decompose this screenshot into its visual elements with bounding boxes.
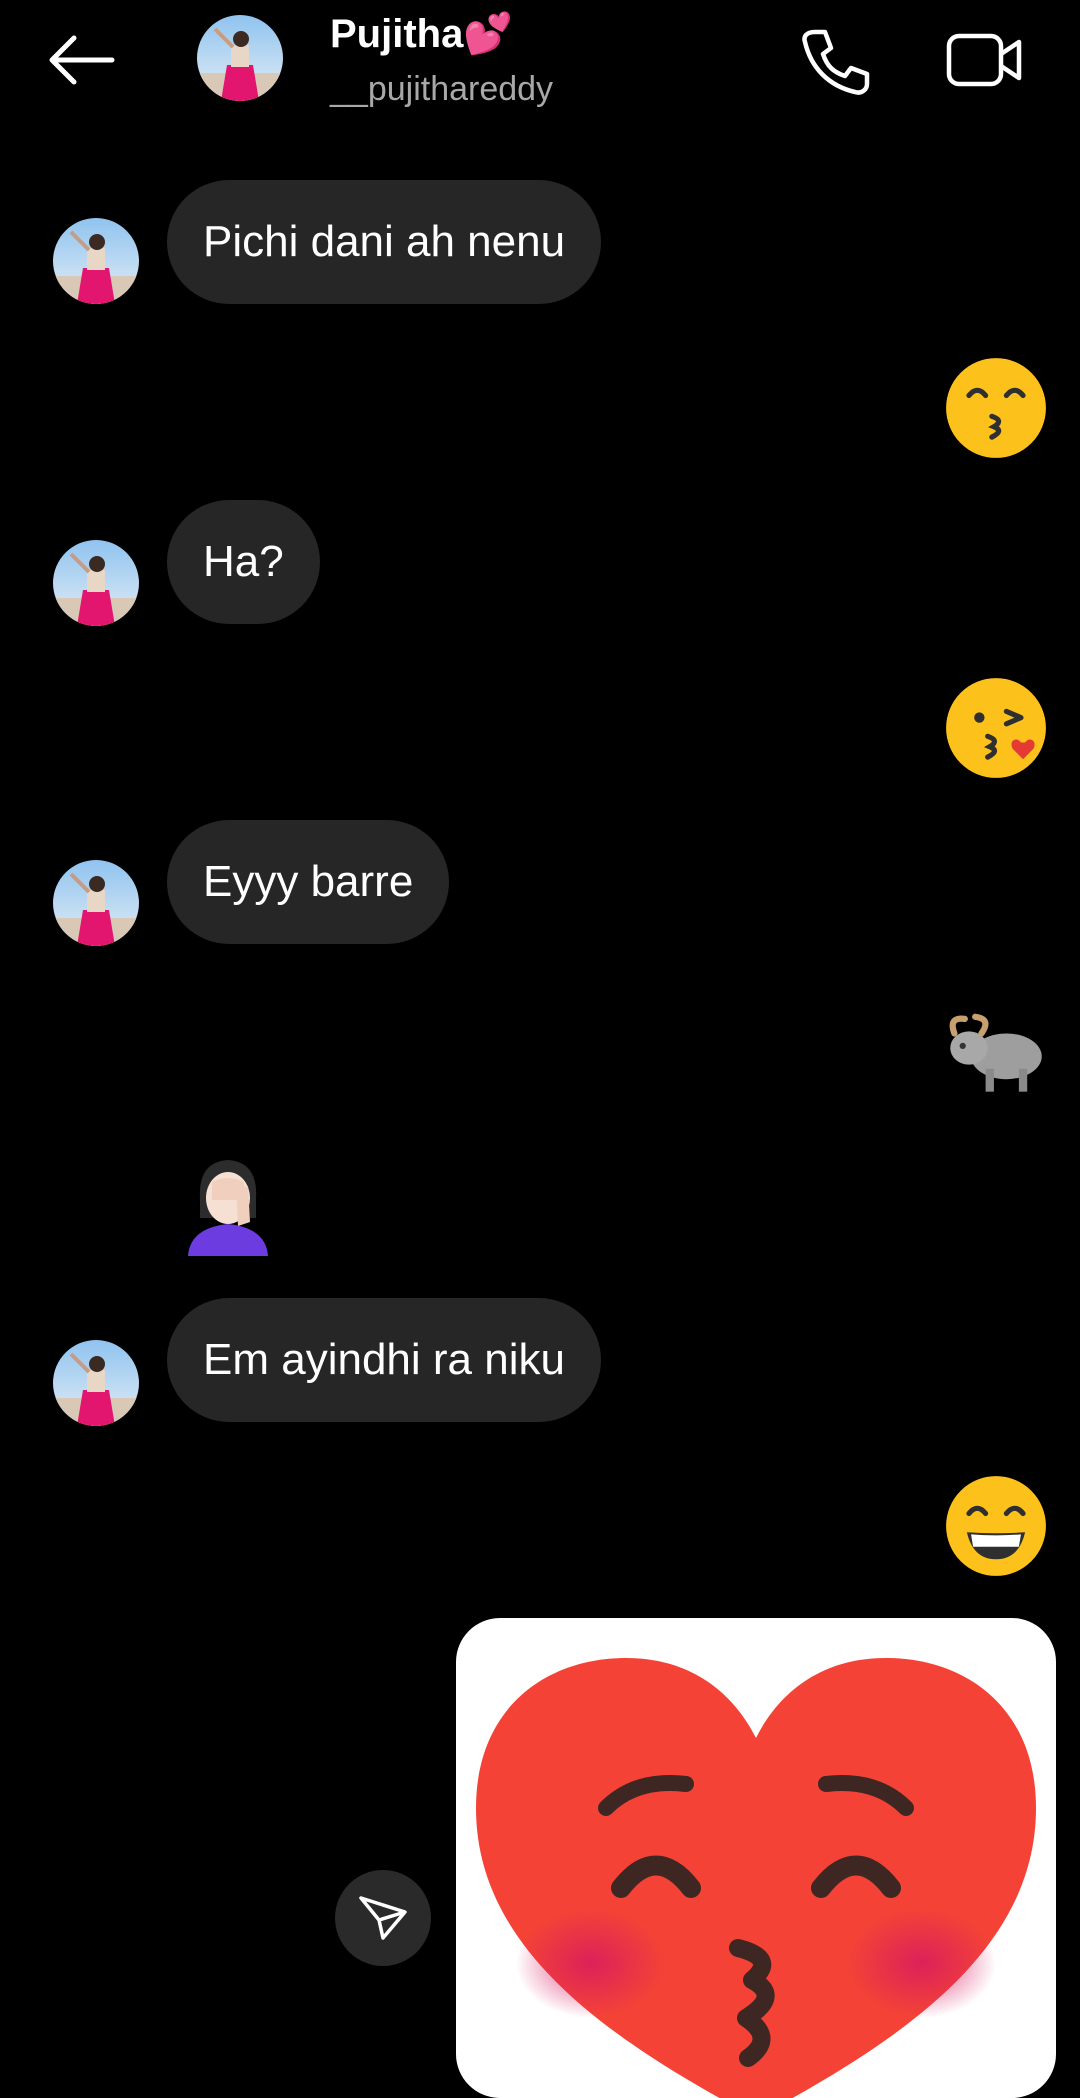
message-emoji[interactable] bbox=[944, 676, 1048, 784]
paper-plane-icon bbox=[359, 1896, 407, 1940]
sender-avatar[interactable] bbox=[53, 218, 139, 304]
arrow-left-icon bbox=[49, 35, 115, 85]
contact-username[interactable]: __pujithareddy bbox=[330, 70, 553, 109]
audio-call-button[interactable] bbox=[795, 22, 875, 102]
sender-avatar[interactable] bbox=[53, 1340, 139, 1426]
beaming-face-icon bbox=[946, 1476, 1046, 1576]
sender-avatar[interactable] bbox=[53, 860, 139, 946]
message-emoji[interactable] bbox=[944, 1474, 1048, 1582]
water-buffalo-icon bbox=[949, 1013, 1042, 1092]
face-blowing-kiss-icon bbox=[946, 678, 1046, 778]
kissing-face-icon bbox=[946, 358, 1046, 458]
woman-facepalming-icon bbox=[188, 1160, 268, 1256]
heart-sticker-message[interactable] bbox=[456, 1618, 1056, 2098]
contact-avatar[interactable] bbox=[197, 15, 283, 101]
message-bubble[interactable]: Em ayindhi ra niku bbox=[167, 1298, 601, 1422]
kissing-heart-sticker-icon bbox=[476, 1658, 1036, 2098]
video-camera-icon bbox=[946, 33, 1022, 87]
share-button[interactable] bbox=[335, 1870, 431, 1966]
contact-name[interactable]: Pujitha💕 bbox=[330, 10, 513, 57]
message-bubble[interactable]: Eyyy barre bbox=[167, 820, 450, 944]
video-call-button[interactable] bbox=[945, 28, 1025, 92]
message-bubble[interactable]: Ha? bbox=[167, 500, 320, 624]
message-bubble[interactable]: Pichi dani ah nenu bbox=[167, 180, 602, 304]
chat-header: Pujitha💕 __pujithareddy bbox=[0, 0, 1080, 130]
phone-icon bbox=[802, 29, 870, 95]
sender-avatar[interactable] bbox=[53, 540, 139, 626]
message-emoji[interactable] bbox=[944, 996, 1048, 1104]
message-emoji[interactable] bbox=[178, 1152, 278, 1260]
back-button[interactable] bbox=[40, 28, 130, 92]
message-emoji[interactable] bbox=[944, 356, 1048, 464]
